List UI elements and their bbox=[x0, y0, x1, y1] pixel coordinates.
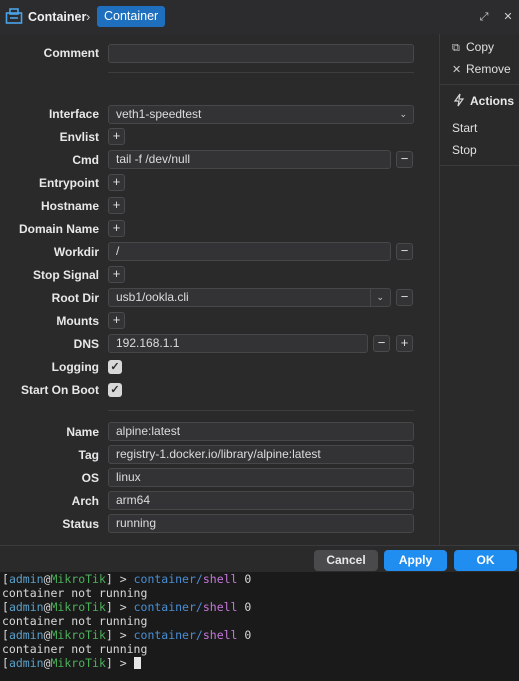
divider bbox=[440, 84, 519, 85]
arch-label: Arch bbox=[71, 494, 99, 508]
copy-label: Copy bbox=[466, 40, 495, 54]
root-dir-select[interactable]: usb1/ookla.cli ⌄ bbox=[108, 288, 391, 307]
dns-remove-button[interactable]: − bbox=[373, 335, 390, 352]
title-bar: Container › Container ⤢ ✕ bbox=[0, 0, 519, 35]
ok-button[interactable]: OK bbox=[454, 550, 517, 571]
domain-name-label: Domain Name bbox=[18, 222, 99, 236]
interface-value: veth1-speedtest bbox=[116, 107, 202, 121]
dns-add-button[interactable]: + bbox=[396, 335, 413, 352]
workdir-field[interactable]: / bbox=[108, 242, 391, 261]
dns-label: DNS bbox=[73, 337, 99, 351]
interface-label: Interface bbox=[48, 107, 99, 121]
action-sidebar: ⧉ Copy ✕ Remove Actions Start Stop bbox=[440, 34, 519, 545]
name-label: Name bbox=[66, 425, 99, 439]
actions-title: Actions bbox=[470, 94, 515, 108]
restore-icon[interactable]: ⤢ bbox=[476, 9, 492, 25]
terminal-output[interactable]: [admin@MikroTik] > container/shell 0 con… bbox=[0, 572, 519, 681]
terminal-cursor bbox=[133, 657, 141, 669]
comment-field[interactable] bbox=[108, 44, 414, 63]
breadcrumb-separator-icon: › bbox=[86, 9, 91, 24]
envlist-label: Envlist bbox=[59, 130, 99, 144]
terminal-line: container not running bbox=[2, 586, 148, 600]
terminal-prompt: [admin@MikroTik] > bbox=[0, 656, 519, 670]
status-field[interactable]: running bbox=[108, 514, 414, 533]
cmd-remove-button[interactable]: − bbox=[396, 151, 413, 168]
root-dir-remove-button[interactable]: − bbox=[396, 289, 413, 306]
cancel-button[interactable]: Cancel bbox=[314, 550, 378, 571]
divider bbox=[440, 165, 519, 166]
entrypoint-add-button[interactable]: + bbox=[108, 174, 125, 191]
close-icon: ✕ bbox=[452, 64, 462, 76]
stop-signal-add-button[interactable]: + bbox=[108, 266, 125, 283]
copy-button[interactable]: ⧉ Copy bbox=[452, 40, 494, 55]
remove-label: Remove bbox=[466, 62, 511, 76]
name-field[interactable]: alpine:latest bbox=[108, 422, 414, 441]
container-form: Comment Interface veth1-speedtest ⌄ Envl… bbox=[0, 34, 440, 545]
apply-button[interactable]: Apply bbox=[384, 550, 447, 571]
os-field[interactable]: linux bbox=[108, 468, 414, 487]
stop-signal-label: Stop Signal bbox=[33, 268, 99, 282]
cmd-field[interactable]: tail -f /dev/null bbox=[108, 150, 391, 169]
mounts-label: Mounts bbox=[56, 314, 99, 328]
cmd-label: Cmd bbox=[72, 153, 99, 167]
workdir-label: Workdir bbox=[53, 245, 99, 259]
terminal-line: [admin@MikroTik] > container/shell 0 bbox=[2, 600, 252, 614]
chevron-down-icon: ⌄ bbox=[399, 109, 407, 119]
tag-label: Tag bbox=[78, 448, 99, 462]
arch-field[interactable]: arm64 bbox=[108, 491, 414, 510]
close-icon[interactable]: ✕ bbox=[500, 9, 516, 25]
domain-name-add-button[interactable]: + bbox=[108, 220, 125, 237]
terminal-line: [admin@MikroTik] > container/shell 0 bbox=[2, 572, 252, 586]
start-on-boot-checkbox[interactable]: ✓ bbox=[108, 383, 122, 397]
divider bbox=[108, 72, 414, 73]
container-app-icon bbox=[5, 8, 23, 24]
stop-button[interactable]: Stop bbox=[452, 143, 477, 157]
logging-label: Logging bbox=[51, 360, 99, 374]
envlist-add-button[interactable]: + bbox=[108, 128, 125, 145]
root-dir-label: Root Dir bbox=[51, 291, 99, 305]
dns-field[interactable]: 192.168.1.1 bbox=[108, 334, 368, 353]
start-button[interactable]: Start bbox=[452, 121, 477, 135]
start-on-boot-label: Start On Boot bbox=[21, 383, 99, 397]
actions-heading: Actions bbox=[452, 93, 514, 108]
comment-label: Comment bbox=[43, 46, 99, 60]
terminal-line: container not running bbox=[2, 614, 148, 628]
os-label: OS bbox=[81, 471, 99, 485]
breadcrumb-root[interactable]: Container bbox=[28, 10, 86, 24]
entrypoint-label: Entrypoint bbox=[39, 176, 99, 190]
breadcrumb-current[interactable]: Container bbox=[97, 6, 166, 27]
terminal-line: container not running bbox=[2, 642, 148, 656]
copy-icon: ⧉ bbox=[452, 42, 460, 54]
container-window: Container › Container ⤢ ✕ Comment Interf… bbox=[0, 0, 519, 574]
divider bbox=[108, 410, 414, 411]
logging-checkbox[interactable]: ✓ bbox=[108, 360, 122, 374]
interface-select[interactable]: veth1-speedtest ⌄ bbox=[108, 105, 414, 124]
hostname-add-button[interactable]: + bbox=[108, 197, 125, 214]
mounts-add-button[interactable]: + bbox=[108, 312, 125, 329]
workdir-remove-button[interactable]: − bbox=[396, 243, 413, 260]
hostname-label: Hostname bbox=[40, 199, 99, 213]
terminal-line: [admin@MikroTik] > container/shell 0 bbox=[2, 628, 252, 642]
tag-field[interactable]: registry-1.docker.io/library/alpine:late… bbox=[108, 445, 414, 464]
status-label: Status bbox=[62, 517, 99, 531]
lightning-icon bbox=[453, 93, 465, 107]
dialog-footer: Cancel Apply OK bbox=[0, 545, 519, 574]
chevron-down-icon[interactable]: ⌄ bbox=[370, 289, 384, 306]
remove-button[interactable]: ✕ Remove bbox=[452, 62, 511, 76]
root-dir-value: usb1/ookla.cli bbox=[116, 290, 189, 304]
